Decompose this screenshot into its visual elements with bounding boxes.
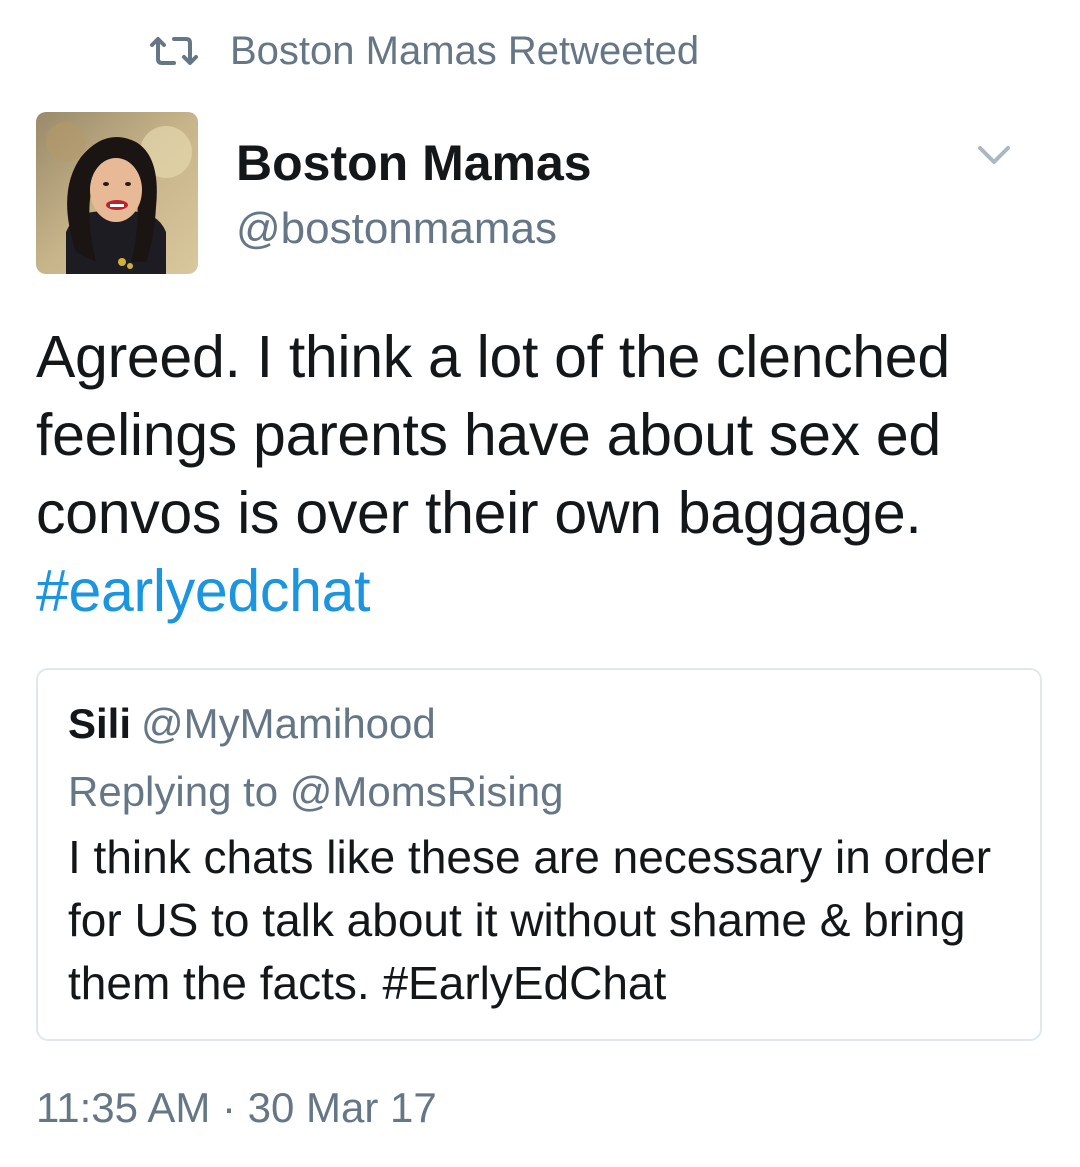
tweet-body: Agreed. I think a lot of the clenched fe… — [36, 324, 950, 546]
avatar[interactable] — [36, 112, 198, 274]
quoted-author-handle: @MyMamihood — [141, 700, 436, 747]
author-handle[interactable]: @bostonmamas — [236, 204, 557, 254]
retweet-banner: Boston Mamas Retweeted — [148, 26, 699, 76]
tweet-hashtag-link[interactable]: #earlyedchat — [36, 558, 371, 624]
tweet-timestamp[interactable]: 11:35 AM · 30 Mar 17 — [36, 1084, 437, 1132]
quoted-author-name: Sili — [68, 700, 132, 747]
quoted-tweet-header: Sili @MyMamihood — [68, 700, 436, 748]
quoted-tweet-text: I think chats like these are necessary i… — [68, 831, 992, 1009]
chevron-down-icon[interactable] — [974, 140, 1014, 170]
tweet-text: Agreed. I think a lot of the clenched fe… — [36, 318, 1046, 630]
quoted-replying-to: Replying to @MomsRising — [68, 768, 564, 815]
retweet-label[interactable]: Boston Mamas Retweeted — [230, 29, 699, 74]
quoted-tweet-card[interactable]: Sili @MyMamihood Replying to @MomsRising … — [36, 668, 1042, 1041]
author-display-name[interactable]: Boston Mamas — [236, 134, 592, 192]
retweet-icon — [148, 35, 200, 67]
